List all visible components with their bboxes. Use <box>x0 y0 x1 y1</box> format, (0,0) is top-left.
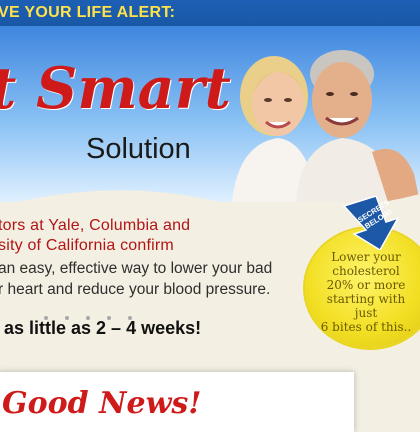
alert-banner: VE YOUR LIFE ALERT: <box>0 0 420 28</box>
headline-line-2: sity of California confirm <box>0 237 174 254</box>
cholesterol-badge-text: Lower your cholesterol 20% or more start… <box>320 250 412 334</box>
badge-line-2: cholesterol <box>332 264 400 278</box>
hero-section: t Smart Solution <box>0 26 420 202</box>
headline-line-1: tors at Yale, Columbia and <box>0 217 191 234</box>
headline: tors at Yale, Columbia and sity of Calif… <box>0 216 318 256</box>
hero-title: t Smart <box>0 55 231 122</box>
badge-line-5: 6 bites of this.. <box>320 320 412 334</box>
body-text: an easy, effective way to lower your bad… <box>0 258 318 300</box>
body-line-2: r heart and reduce your blood pressure. <box>0 281 271 298</box>
hero-subtitle: Solution <box>86 133 191 165</box>
alert-banner-text: VE YOUR LIFE ALERT: <box>0 4 176 21</box>
badge-line-3: 20% or more <box>326 278 406 292</box>
badge-line-1: Lower your <box>331 250 401 264</box>
good-news-title: Good News! <box>2 386 202 421</box>
emphasis-text: as little as 2 – 4 weeks! <box>4 318 202 338</box>
badge-line-4: starting with just <box>326 292 406 320</box>
body-line-1: an easy, effective way to lower your bad <box>0 260 273 277</box>
